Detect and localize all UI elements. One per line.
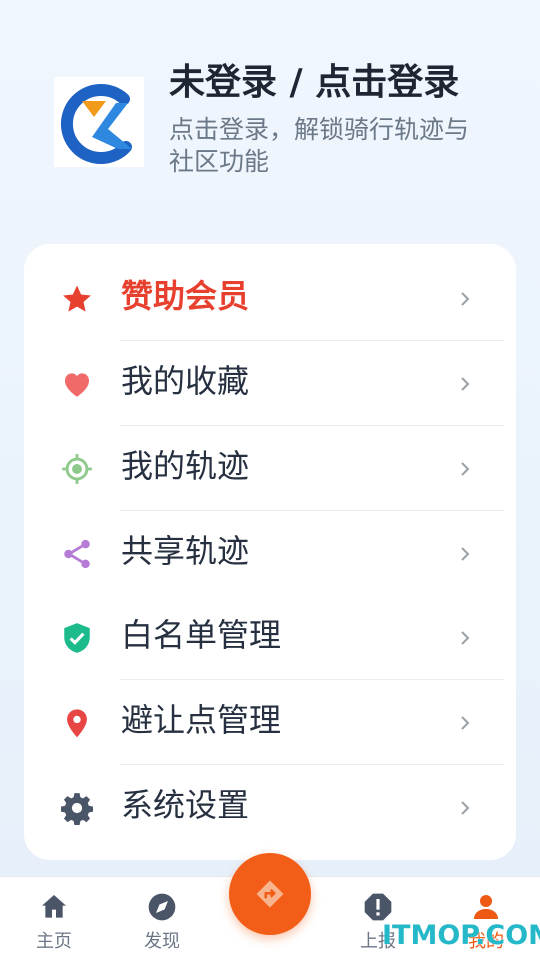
map-pin-icon <box>60 706 94 740</box>
login-title[interactable]: 未登录 / 点击登录 <box>169 60 459 106</box>
navigate-icon <box>256 880 284 908</box>
chevron-right-icon <box>458 714 472 732</box>
locate-icon <box>60 452 94 486</box>
menu-item-label: 共享轨迹 <box>121 532 250 570</box>
menu-card: 赞助会员 我的收藏 我的轨迹 共享轨迹 白名单管理 避让点管理 系统设置 <box>24 244 516 860</box>
watermark: ITMOP.COM <box>382 920 540 951</box>
chevron-right-icon <box>458 460 472 478</box>
heart-icon <box>60 367 94 401</box>
user-icon <box>470 891 502 923</box>
chevron-right-icon <box>458 375 472 393</box>
menu-item-avoid-points[interactable]: 避让点管理 <box>24 680 516 765</box>
menu-item-settings[interactable]: 系统设置 <box>24 765 516 850</box>
menu-item-label: 我的收藏 <box>121 362 250 400</box>
menu-item-label: 避让点管理 <box>121 701 282 739</box>
shield-check-icon <box>60 621 94 655</box>
share-icon <box>60 537 94 571</box>
chevron-right-icon <box>458 799 472 817</box>
tab-label: 发现 <box>144 931 180 952</box>
star-icon <box>60 282 94 316</box>
menu-item-shared-tracks[interactable]: 共享轨迹 <box>24 511 516 596</box>
gear-icon <box>60 791 94 825</box>
chevron-right-icon <box>458 545 472 563</box>
home-icon <box>38 891 70 923</box>
tab-discover[interactable]: 发现 <box>108 877 216 960</box>
chevron-right-icon <box>458 629 472 647</box>
menu-item-label: 我的轨迹 <box>121 447 250 485</box>
menu-item-label: 赞助会员 <box>121 277 250 315</box>
menu-item-label: 系统设置 <box>121 786 250 824</box>
compass-icon <box>146 891 178 923</box>
login-subtitle: 点击登录，解锁骑行轨迹与社区功能 <box>169 115 470 176</box>
alert-icon <box>362 891 394 923</box>
profile-header[interactable]: 未登录 / 点击登录 点击登录，解锁骑行轨迹与社区功能 <box>54 60 514 190</box>
app-logo <box>54 77 144 167</box>
tab-label: 主页 <box>36 931 72 952</box>
menu-item-my-tracks[interactable]: 我的轨迹 <box>24 426 516 511</box>
menu-item-label: 白名单管理 <box>121 616 282 654</box>
navigate-fab-button[interactable] <box>229 853 311 935</box>
tab-home[interactable]: 主页 <box>0 877 108 960</box>
menu-item-favorites[interactable]: 我的收藏 <box>24 341 516 426</box>
menu-item-whitelist[interactable]: 白名单管理 <box>24 595 516 680</box>
chevron-right-icon <box>458 290 472 308</box>
menu-item-sponsor[interactable]: 赞助会员 <box>24 256 516 341</box>
